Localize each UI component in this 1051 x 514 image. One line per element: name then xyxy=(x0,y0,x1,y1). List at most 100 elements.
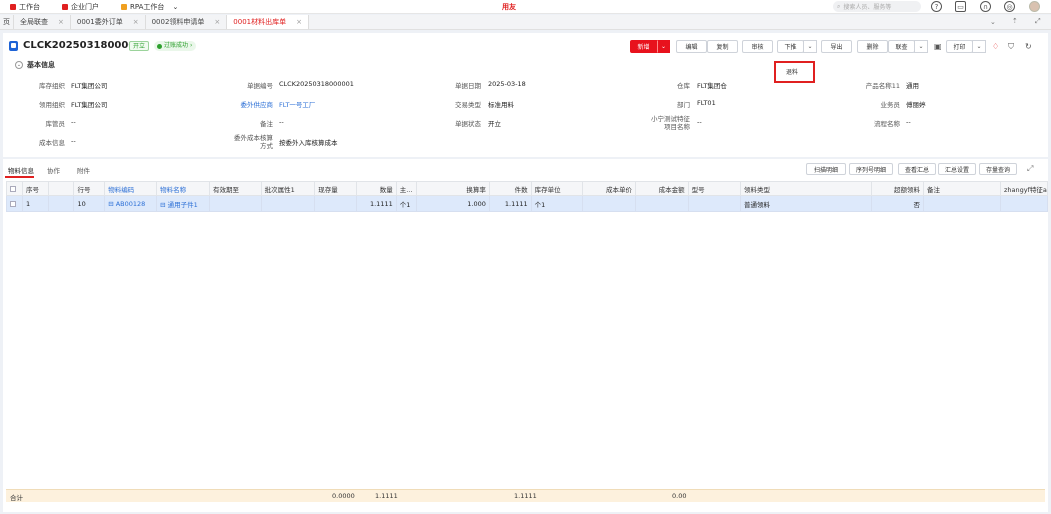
serial-detail-button[interactable]: 序列号明细 xyxy=(849,163,893,175)
cell-remark[interactable] xyxy=(922,195,1001,212)
tab-material-outbound[interactable]: 0001材料出库单 × xyxy=(227,15,309,29)
delete-button[interactable]: 删除 xyxy=(857,40,888,53)
close-icon[interactable]: × xyxy=(133,18,139,26)
export-button[interactable]: 导出 xyxy=(821,40,852,53)
tab-home[interactable]: 页 xyxy=(0,15,14,29)
cell-feature[interactable] xyxy=(999,195,1049,212)
push-down-menu: 退料 xyxy=(774,61,815,83)
chevron-down-icon[interactable]: ⌄ xyxy=(172,3,178,11)
tab-material-info[interactable]: 物料信息 xyxy=(8,165,34,175)
table-row[interactable]: 1 10 ⊟ AB00128 ⊟ 通用子件1 1.1111 个1 1.000 1… xyxy=(6,195,1049,212)
avatar[interactable] xyxy=(1029,1,1040,12)
field-label-flow: 流程名称 xyxy=(874,120,900,128)
message-icon[interactable]: ▭ xyxy=(955,1,966,12)
field-label-docno: 单据编号 xyxy=(247,82,273,90)
close-icon[interactable]: × xyxy=(58,18,64,26)
bell-icon[interactable]: ♢ xyxy=(992,42,999,51)
chevron-down-icon[interactable]: ⌄ xyxy=(990,18,996,26)
field-label-outsource-method: 方式 xyxy=(260,142,273,150)
topbar-item-rpa[interactable]: RPA工作台 xyxy=(121,2,164,12)
scan-detail-button[interactable]: 扫描明细 xyxy=(806,163,846,175)
field-value-supplier[interactable]: FLT一号工厂 xyxy=(279,99,315,109)
cell-batch[interactable] xyxy=(260,195,316,212)
col-pieces: 件数 xyxy=(488,181,532,196)
table-header-row: 序号 行号 物料编码 物料名称 有效期至 批次属性1 现存量 数量 主... 换… xyxy=(6,181,1049,196)
cell-expiry[interactable] xyxy=(208,195,262,212)
col-name[interactable]: 物料名称 xyxy=(156,181,210,196)
search-input[interactable]: ⌕ 搜索人员、服务等 xyxy=(833,1,921,12)
field-value-date: 2025-03-18 xyxy=(488,80,526,88)
tab-global-query[interactable]: 全局联查 × xyxy=(14,15,71,29)
copy-button[interactable]: 复制 xyxy=(707,40,738,53)
print-button[interactable]: 打印 xyxy=(946,40,973,53)
print-dropdown-button[interactable]: ⌄ xyxy=(972,40,986,53)
expand-icon[interactable]: ⤢ xyxy=(1027,164,1033,174)
cell-line: 10 xyxy=(73,195,106,212)
cell-name[interactable]: ⊟ 通用子件1 xyxy=(156,195,210,212)
apps-icon[interactable]: ◎ xyxy=(1004,1,1015,12)
field-value-use-org: FLT集团公司 xyxy=(71,101,108,109)
topbar-item-workbench[interactable]: 工作台 xyxy=(10,2,40,12)
cell-code[interactable]: ⊟ AB00128 xyxy=(104,195,158,212)
new-button[interactable]: 新增 xyxy=(630,40,657,53)
field-label-warehouse: 仓库 xyxy=(677,82,690,90)
check-badge[interactable]: 过账成功 › xyxy=(154,41,197,51)
tab-material-request[interactable]: 0002领料申请单 × xyxy=(146,15,228,29)
col-model: 型号 xyxy=(687,181,742,196)
menu-item-return[interactable]: 退料 xyxy=(786,67,798,76)
new-dropdown-button[interactable]: ⌄ xyxy=(657,40,670,53)
select-all-checkbox[interactable] xyxy=(6,181,23,196)
col-code[interactable]: 物料编码 xyxy=(104,181,158,196)
cell-qty[interactable]: 1.1111 xyxy=(355,195,397,212)
field-label-remark: 备注 xyxy=(260,120,273,128)
cell-type[interactable]: 普通领料 xyxy=(739,195,873,212)
flow-icon[interactable]: ⛉ xyxy=(1008,42,1014,52)
close-icon[interactable]: × xyxy=(296,18,302,26)
push-down-dropdown-button[interactable]: ⌄ xyxy=(803,40,817,53)
stock-query-button[interactable]: 存量查询 xyxy=(979,163,1017,175)
col-cost-amount: 成本金额 xyxy=(634,181,689,196)
field-value-keeper: -- xyxy=(71,118,76,126)
push-down-button[interactable]: 下推 xyxy=(777,40,804,53)
header-card: CLCK20250318000001 开立 过账成功 › 新增 ⌄ 编辑 复制 审… xyxy=(3,33,1048,157)
topbar-item-portal[interactable]: 企业门户 xyxy=(62,2,99,12)
help-icon[interactable]: ? xyxy=(931,1,942,12)
cell-excess[interactable]: 否 xyxy=(871,195,924,212)
totals-amount: 0.00 xyxy=(672,492,687,500)
totals-qty: 1.1111 xyxy=(375,492,398,500)
link-query-dropdown-button[interactable]: ⌄ xyxy=(914,40,928,53)
col-batch: 批次属性1 xyxy=(260,181,316,196)
brand-logo: 用友 xyxy=(502,3,516,11)
field-value-org: FLT集团公司 xyxy=(71,82,108,90)
rpa-icon xyxy=(121,3,127,10)
fullscreen-icon[interactable]: ⤢ xyxy=(1035,17,1041,26)
link-query-button[interactable]: 联查 xyxy=(888,40,915,53)
field-label-product: 产品名称11 xyxy=(865,82,900,90)
tab-attachments[interactable]: 附件 xyxy=(77,165,90,175)
field-value-docno: CLCK20250318000001 xyxy=(279,80,354,88)
tab-collaboration[interactable]: 协作 xyxy=(47,165,60,175)
view-summary-button[interactable]: 查看汇总 xyxy=(898,163,936,175)
col-spacer xyxy=(47,181,75,196)
summary-settings-button[interactable]: 汇总设置 xyxy=(938,163,976,175)
cell-pieces[interactable]: 1.1111 xyxy=(488,195,532,212)
col-stock: 现存量 xyxy=(314,181,357,196)
field-value-project-name: -- xyxy=(697,118,702,126)
field-label-supplier[interactable]: 委外供应商 xyxy=(215,99,274,109)
audit-button[interactable]: 审核 xyxy=(742,40,773,53)
field-value-flow: -- xyxy=(906,118,911,126)
section-basic-info[interactable]: ⌄ 基本信息 xyxy=(15,60,55,70)
field-value-dept: FLT01 xyxy=(697,99,716,107)
totals-label: 合计 xyxy=(10,494,23,502)
edit-button[interactable]: 编辑 xyxy=(676,40,707,53)
field-label-trans-type: 交易类型 xyxy=(455,101,481,109)
calendar-icon[interactable]: ▣ xyxy=(934,42,942,51)
close-icon[interactable]: × xyxy=(214,18,220,26)
field-value-warehouse: FLT集团仓 xyxy=(697,82,727,90)
row-checkbox[interactable] xyxy=(6,195,23,212)
tab-outsource-order[interactable]: 0001委外订单 × xyxy=(71,15,146,29)
headset-icon[interactable]: ∩ xyxy=(980,1,991,12)
pin-icon[interactable]: ⇡ xyxy=(1012,17,1018,25)
refresh-icon[interactable]: ↻ xyxy=(1025,42,1032,51)
material-table: 序号 行号 物料编码 物料名称 有效期至 批次属性1 现存量 数量 主... 换… xyxy=(6,181,1049,212)
